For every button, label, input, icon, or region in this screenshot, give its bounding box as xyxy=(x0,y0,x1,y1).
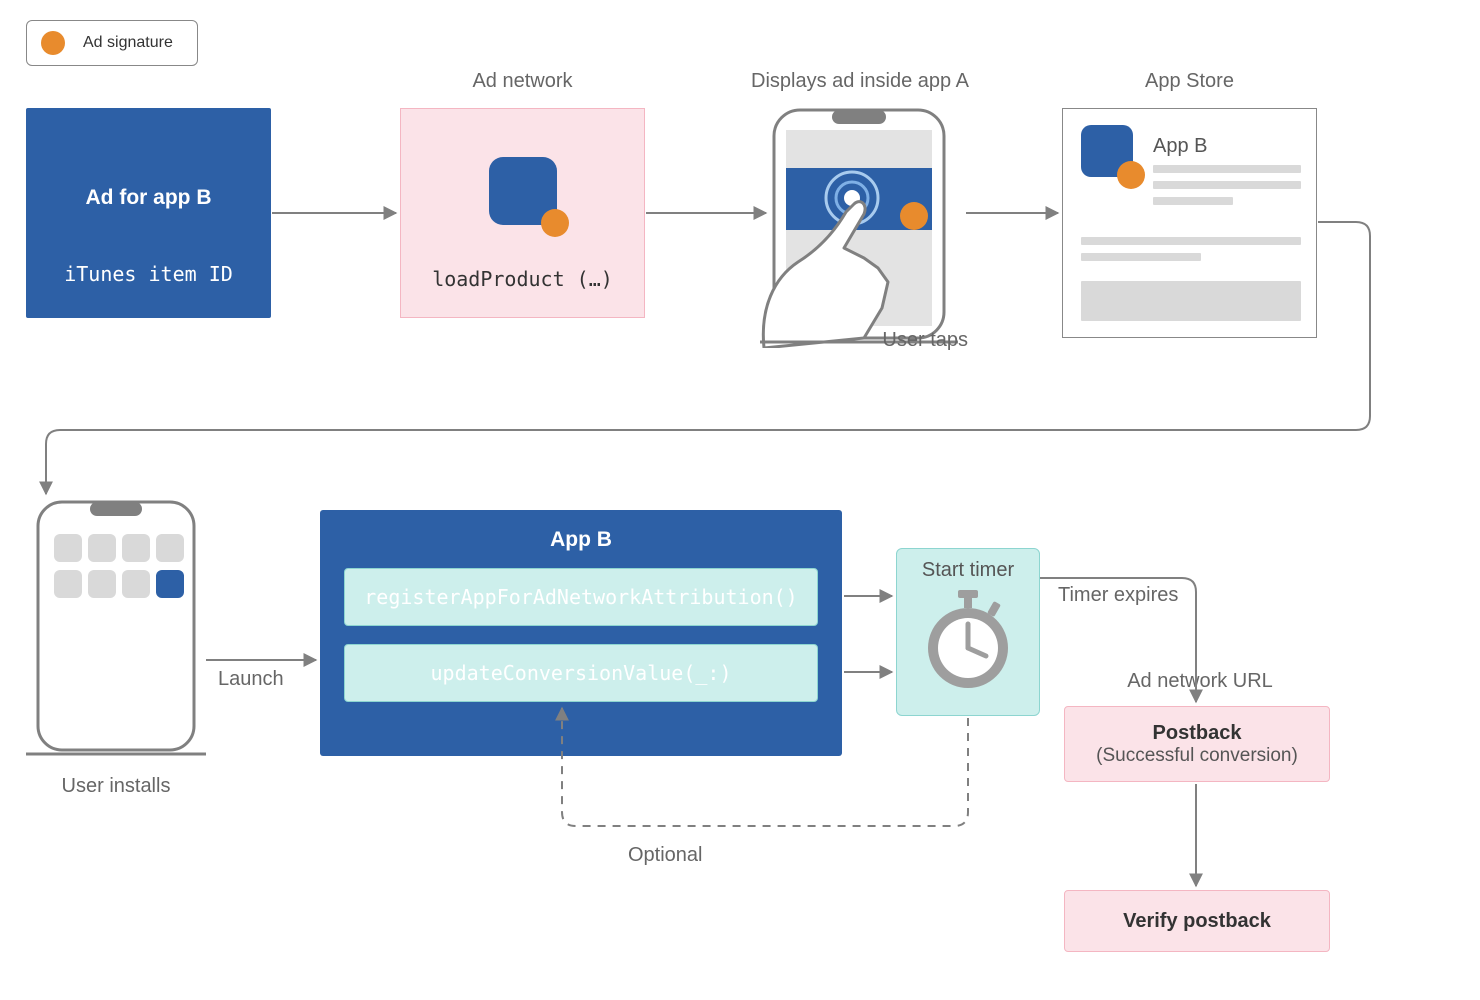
app-store-label: App Store xyxy=(1062,70,1317,93)
app-b-title: App B xyxy=(320,510,842,552)
timer-expires-label: Timer expires xyxy=(1058,584,1178,607)
placeholder-line xyxy=(1153,197,1233,205)
user-taps-caption: User taps xyxy=(882,329,968,352)
node-app-store: App B xyxy=(1062,108,1317,338)
fn-update-conversion: updateConversionValue(_:) xyxy=(344,644,818,702)
phone-tap-icon xyxy=(754,108,964,348)
ad-signature-dot-icon xyxy=(541,209,569,237)
ad-network-url-label: Ad network URL xyxy=(1070,670,1330,693)
ad-signature-dot-icon xyxy=(1117,161,1145,189)
start-timer-label: Start timer xyxy=(897,549,1039,582)
node-verify-postback: Verify postback xyxy=(1064,890,1330,952)
node-postback: Postback (Successful conversion) xyxy=(1064,706,1330,782)
placeholder-block xyxy=(1081,281,1301,321)
legend-ad-signature: Ad signature xyxy=(26,20,198,66)
placeholder-line xyxy=(1153,165,1301,173)
placeholder-line xyxy=(1081,237,1301,245)
node-phone-displays-ad: User taps xyxy=(754,108,964,348)
node-app-b: App B registerAppForAdNetworkAttribution… xyxy=(320,510,842,756)
app-icon xyxy=(489,157,557,225)
launch-label: Launch xyxy=(218,668,284,691)
ad-for-app-b-title: Ad for app B xyxy=(26,186,271,210)
ad-signature-dot-icon xyxy=(41,31,65,55)
postback-subtitle: (Successful conversion) xyxy=(1096,745,1298,767)
node-phone-user-installs: User installs xyxy=(26,500,206,760)
ad-for-app-b-subtitle: iTunes item ID xyxy=(26,262,271,286)
app-store-app-title: App B xyxy=(1153,135,1207,158)
optional-label: Optional xyxy=(628,844,703,867)
load-product-code: loadProduct (…) xyxy=(401,267,644,291)
ad-network-label: Ad network xyxy=(400,70,645,93)
phone-homescreen-icon xyxy=(26,500,206,760)
legend-label: Ad signature xyxy=(83,34,173,52)
placeholder-line xyxy=(1153,181,1301,189)
node-ad-for-app-b: Ad for app B iTunes item ID xyxy=(26,108,271,318)
placeholder-line xyxy=(1081,253,1201,261)
user-installs-caption: User installs xyxy=(26,775,206,798)
app-icon xyxy=(1081,125,1133,177)
stopwatch-icon xyxy=(918,586,1018,696)
displays-ad-label: Displays ad inside app A xyxy=(730,70,990,93)
fn-register: registerAppForAdNetworkAttribution() xyxy=(344,568,818,626)
postback-title: Postback xyxy=(1153,722,1242,745)
node-start-timer: Start timer xyxy=(896,548,1040,716)
node-ad-network: loadProduct (…) xyxy=(400,108,645,318)
